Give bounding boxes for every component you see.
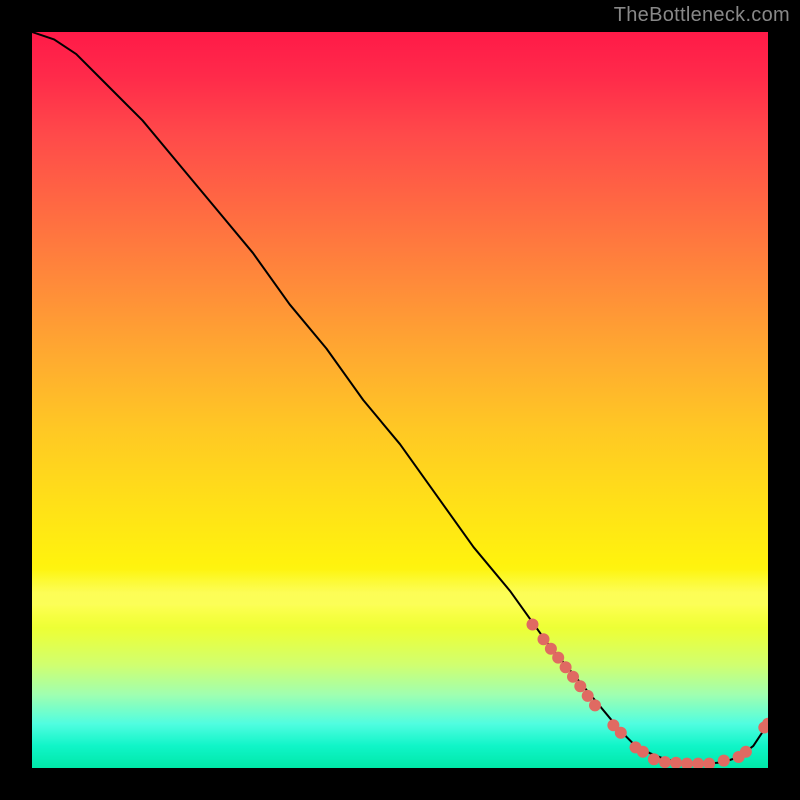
data-point [527,619,539,631]
data-point [659,756,671,768]
data-point [560,661,572,673]
data-point [615,727,627,739]
data-point [648,753,660,765]
data-point [582,690,594,702]
data-point [552,652,564,664]
data-point [589,699,601,711]
data-point [703,758,715,768]
highlight-dots [527,619,769,769]
curve-path [32,32,768,764]
chart-svg [32,32,768,768]
plot-area [32,32,768,768]
chart-stage: TheBottleneck.com [0,0,800,800]
data-point [670,757,682,768]
data-point [718,755,730,767]
data-point [538,633,550,645]
data-point [692,758,704,768]
watermark-text: TheBottleneck.com [614,4,790,27]
data-point [740,746,752,758]
data-point [567,671,579,683]
data-point [637,746,649,758]
data-point [681,758,693,768]
bottleneck-curve [32,32,768,764]
data-point [574,680,586,692]
